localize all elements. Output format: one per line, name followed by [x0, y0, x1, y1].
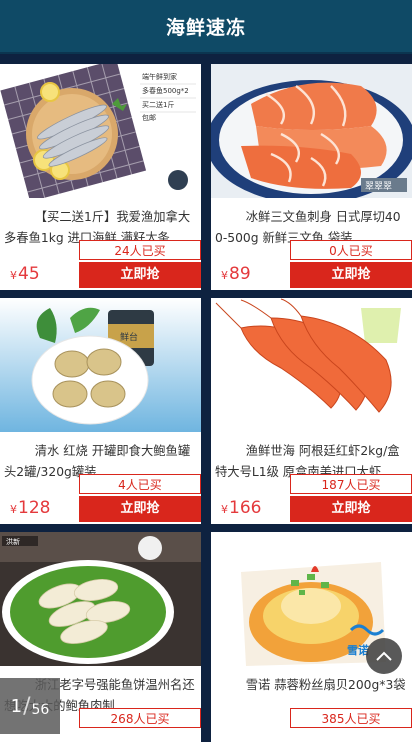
current-page: 1 — [10, 695, 23, 717]
product-price: ¥89 — [221, 264, 251, 284]
page-indicator: 1 / 56 — [0, 678, 60, 734]
currency-symbol: ¥ — [221, 503, 228, 516]
sold-count-badge: 4人已买 — [79, 474, 201, 494]
canned-abalone-photo[interactable]: 鲜台 — [0, 298, 201, 432]
product-card[interactable]: 端午鲜到家 多春鱼500g*2 买二送1斤 包邮 【买二送1斤】我爱渔加拿大多春… — [0, 64, 201, 290]
buy-now-button[interactable]: 立即抢 — [290, 262, 412, 288]
sold-count-badge: 187人已买 — [290, 474, 412, 494]
currency-symbol: ¥ — [10, 503, 17, 516]
total-pages: 56 — [31, 702, 50, 718]
product-card[interactable]: 雪诺 雪诺 蒜蓉粉丝扇贝200g*3袋 385人已买 — [211, 532, 412, 742]
buy-now-button[interactable]: 立即抢 — [79, 496, 201, 522]
capelin-fish-photo[interactable]: 端午鲜到家 多春鱼500g*2 买二送1斤 包邮 — [0, 64, 201, 198]
buy-now-button[interactable]: 立即抢 — [79, 262, 201, 288]
page-header: 海鲜速冻 — [0, 0, 412, 52]
sold-count-badge: 385人已买 — [290, 708, 412, 728]
product-card[interactable]: 渔鲜世海 阿根廷红虾2kg/盒特大号L1级 原盒南美进口大虾 ¥166 187人… — [211, 298, 412, 524]
image-promo-text: 买二送1斤 — [142, 100, 174, 109]
sold-count-badge: 24人已买 — [79, 240, 201, 260]
sold-count-badge: 0人已买 — [290, 240, 412, 260]
salmon-sashimi-photo[interactable]: 翠翠翠 — [211, 64, 412, 198]
buy-now-button[interactable]: 立即抢 — [290, 496, 412, 522]
currency-symbol: ¥ — [221, 269, 228, 282]
price-value: 45 — [18, 264, 40, 284]
brand-watermark: 洪新 — [6, 537, 20, 546]
can-label: 鲜台 — [120, 331, 138, 343]
product-price: ¥45 — [10, 264, 40, 284]
product-price: ¥166 — [221, 498, 261, 518]
product-card[interactable]: 鲜台 清水 红烧 开罐即食大鲍鱼罐头2罐/320g罐装 ¥128 4人已买 立即… — [0, 298, 201, 524]
image-promo-text: 包邮 — [142, 113, 156, 122]
product-card[interactable]: 翠翠翠 冰鲜三文鱼刺身 日式厚切400-500g 新鲜三文鱼 袋装 ¥89 0人… — [211, 64, 412, 290]
page-separator: / — [23, 693, 31, 719]
argentine-red-shrimp-photo[interactable] — [211, 298, 412, 432]
image-promo-text: 端午鲜到家 — [142, 72, 177, 81]
currency-symbol: ¥ — [10, 269, 17, 282]
price-value: 128 — [18, 498, 51, 518]
page-title: 海鲜速冻 — [165, 16, 246, 39]
brand-watermark: 翠翠翠 — [365, 181, 392, 192]
product-price: ¥128 — [10, 498, 50, 518]
image-promo-text: 多春鱼500g*2 — [142, 86, 189, 95]
chevron-up-icon — [375, 647, 393, 666]
back-to-top-button[interactable] — [366, 638, 402, 674]
price-value: 89 — [229, 264, 251, 284]
sold-count-badge: 268人已买 — [79, 708, 201, 728]
price-value: 166 — [229, 498, 262, 518]
fish-cake-plate-photo[interactable]: 洪新 — [0, 532, 201, 666]
